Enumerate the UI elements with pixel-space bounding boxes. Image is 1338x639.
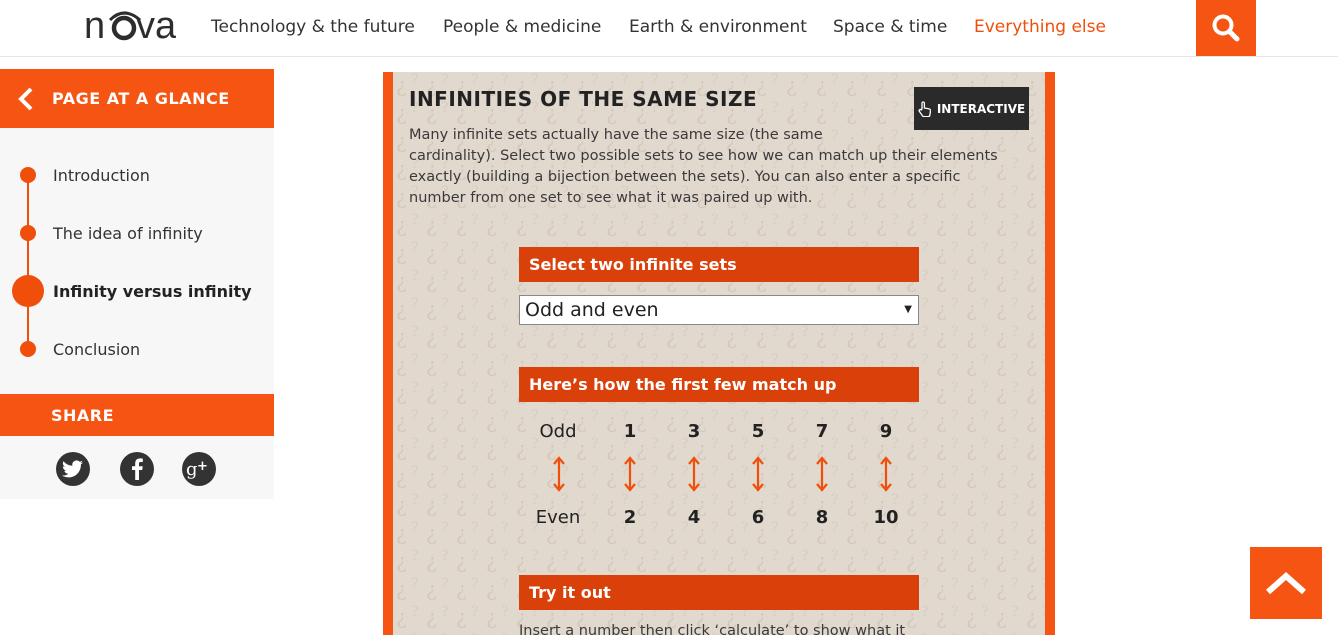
set-a-label: Odd [539,421,577,442]
set-b-value: 6 [751,507,765,528]
timeline-line [27,174,29,348]
nav-earth-environment[interactable]: Earth & environment [629,17,807,37]
share-icons: g + [0,436,274,499]
double-arrow-icon [738,456,778,492]
sidebar-item-label: The idea of infinity [53,223,203,243]
svg-text:va: va [136,5,176,47]
try-it-out-heading-label: Try it out [529,583,611,602]
top-navigation-bar: n va Technology & the future People & me… [0,0,1338,57]
nav-people-medicine[interactable]: People & medicine [443,17,601,37]
intro-line: number from one set to see what it was p… [409,190,813,206]
sidebar-item-introduction[interactable]: Introduction [0,155,274,195]
card-title: INFINITIES OF THE SAME SIZE [409,87,758,111]
select-sets-heading: Select two infinite sets [519,247,919,282]
pointer-hand-icon [918,100,931,117]
sidebar-item-label: Conclusion [53,339,141,359]
nav-technology[interactable]: Technology & the future [211,17,415,37]
match-up-heading-label: Here’s how the first few match up [529,375,837,394]
google-plus-icon[interactable]: g + [182,452,216,486]
double-arrow-icon [610,456,650,492]
page-at-a-glance-toggle[interactable]: PAGE AT A GLANCE [0,69,274,128]
back-to-top-button[interactable] [1250,547,1322,619]
set-pair-select[interactable]: Odd and even ▼ [519,295,919,325]
sidebar-title: PAGE AT A GLANCE [52,89,230,108]
twitter-icon[interactable] [56,452,90,486]
timeline-dot [20,225,36,241]
set-a-value: 3 [687,421,701,442]
badge-label: INTERACTIVE [936,101,1026,116]
double-arrow-icon [802,456,842,492]
svg-text:g: g [186,459,198,480]
facebook-icon[interactable] [120,452,154,486]
svg-text:n: n [84,5,106,47]
set-b-label: Even [535,507,581,528]
set-a-value: 9 [879,421,893,442]
select-sets-heading-label: Select two infinite sets [529,255,737,274]
timeline-dot-current [12,275,44,307]
sidebar-item-idea-of-infinity[interactable]: The idea of infinity [0,213,274,253]
double-arrow-icon [866,456,906,492]
double-arrow-icon [674,456,714,492]
match-up-heading: Here’s how the first few match up [519,367,919,402]
svg-text:+: + [197,459,208,474]
chevron-up-icon [1266,571,1306,595]
nav-space-time[interactable]: Space & time [833,17,947,37]
chevron-left-icon [18,87,33,110]
search-icon [1212,14,1240,42]
double-arrow-icon [539,456,579,492]
interactive-badge: INTERACTIVE [914,87,1029,130]
search-button[interactable] [1196,0,1256,56]
set-a-value: 7 [815,421,829,442]
share-heading: SHARE [0,394,274,436]
intro-line: Many infinite sets actually have the sam… [409,127,823,143]
intro-line: exactly (building a bijection between th… [409,169,961,185]
intro-line: cardinality). Select two possible sets t… [409,148,998,164]
timeline-dot [20,167,36,183]
timeline-dot [20,341,36,357]
set-b-value: 10 [873,507,899,528]
intro-paragraph: Many infinite sets actually have the sam… [409,125,1009,209]
sidebar-item-infinity-versus-infinity[interactable]: Infinity versus infinity [0,271,274,311]
nova-logo[interactable]: n va [84,4,176,48]
sidebar-item-label: Infinity versus infinity [53,281,252,301]
set-pair-select-value: Odd and even [525,299,659,321]
sidebar-item-conclusion[interactable]: Conclusion [0,329,274,369]
sidebar-item-label: Introduction [53,165,150,185]
set-a-value: 5 [751,421,765,442]
set-b-value: 4 [687,507,701,528]
set-b-value: 2 [623,507,637,528]
share-title: SHARE [51,405,115,425]
set-b-value: 8 [815,507,829,528]
try-it-out-instructions: Insert a number then click ‘calculate’ t… [519,623,906,639]
set-a-value: 1 [623,421,637,442]
nav-everything-else[interactable]: Everything else [974,17,1106,37]
dropdown-caret-icon: ▼ [904,304,912,315]
try-it-out-heading: Try it out [519,575,919,610]
